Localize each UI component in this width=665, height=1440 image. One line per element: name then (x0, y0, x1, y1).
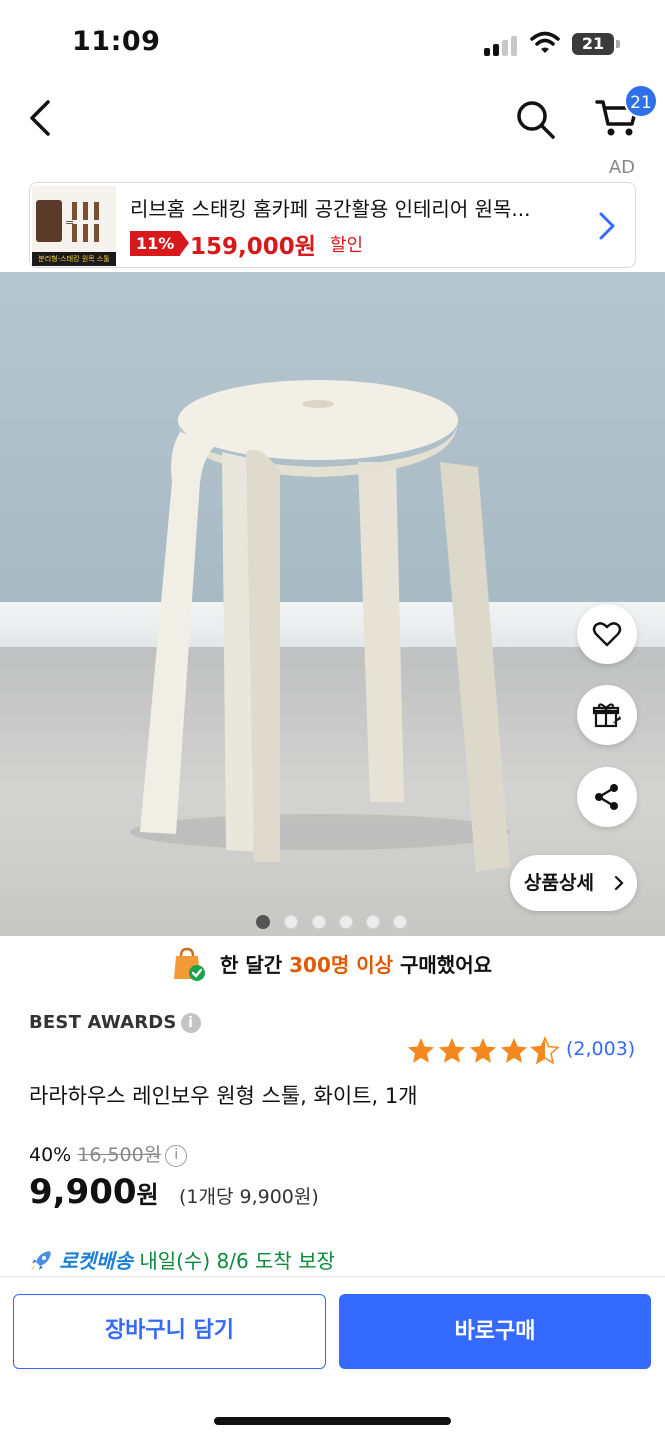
discount-rate: 40% (29, 1144, 72, 1166)
chevron-right-icon (614, 875, 624, 891)
purchase-highlight: 300명 이상 (289, 953, 394, 977)
delivery-eta: 내일(수) 8/6 도착 보장 (139, 1249, 335, 1273)
home-indicator[interactable] (214, 1417, 451, 1425)
heart-icon (592, 622, 622, 647)
product-image[interactable] (0, 272, 665, 936)
original-price: 16,500원 (77, 1144, 162, 1166)
chevron-right-icon (599, 212, 615, 240)
sale-price: 9,900원 (29, 1172, 159, 1212)
price-info-icon[interactable]: i (165, 1144, 188, 1167)
info-icon[interactable]: i (180, 1013, 201, 1033)
back-chevron-icon[interactable] (20, 96, 60, 140)
top-nav (0, 80, 665, 160)
cart-count-badge[interactable]: 21 (624, 84, 658, 118)
pagination-dot[interactable] (312, 915, 326, 929)
buy-now-button[interactable]: 바로구매 (339, 1294, 651, 1369)
rating-stars[interactable] (406, 1036, 562, 1066)
battery-icon: 21 (572, 33, 614, 55)
wifi-icon (530, 31, 560, 53)
rating-count[interactable]: (2,003) (566, 1038, 635, 1060)
ad-thumb-legs (72, 202, 112, 246)
ad-price: 159,000원 (190, 234, 316, 260)
rocket-delivery-badge: 로켓배송 (59, 1249, 133, 1273)
pagination-dot[interactable] (366, 915, 380, 929)
delivery-info: 로켓배송 내일(수) 8/6 도착 보장 (29, 1245, 335, 1275)
ad-title: 리브홈 스태킹 홈카페 공간활용 인테리어 원목... (130, 197, 531, 221)
ad-sale-label: 할인 (330, 235, 364, 256)
share-button[interactable] (577, 767, 637, 827)
rocket-icon (31, 1250, 51, 1271)
ad-thumbnail: = 분리형-스태킹 원목 스툴 (32, 186, 116, 266)
discount-row: 40% 16,500원 i (29, 1140, 188, 1167)
product-name: 라라하우스 레인보우 원형 스툴, 화이트, 1개 (29, 1084, 418, 1108)
status-bar: 11:09 21 (0, 0, 665, 80)
best-awards-label: BEST AWARDS (29, 1012, 177, 1033)
search-icon[interactable] (512, 96, 558, 142)
stool-illustration (130, 380, 510, 872)
add-to-cart-button[interactable]: 장바구니 담기 (13, 1294, 326, 1369)
wishlist-button[interactable] (577, 604, 637, 664)
unit-price: (1개당 9,900원) (179, 1186, 319, 1208)
ad-thumb-drum (36, 200, 62, 242)
purchase-prefix: 한 달간 (219, 953, 283, 977)
purchase-popularity: 한 달간 300명 이상 구매했어요 (0, 942, 665, 992)
pagination-dot[interactable] (256, 915, 270, 929)
gift-button[interactable] (577, 685, 637, 745)
bottom-action-bar: 장바구니 담기 바로구매 (0, 1276, 665, 1440)
sale-price-unit: 원 (136, 1181, 159, 1209)
product-detail-label: 상품상세 (524, 872, 594, 894)
cellular-signal-icon (484, 34, 520, 56)
ad-banner[interactable]: = 분리형-스태킹 원목 스툴 리브홈 스태킹 홈카페 공간활용 인테리어 원목… (29, 182, 636, 268)
ad-discount-badge: 11% (130, 231, 190, 256)
product-detail-button[interactable]: 상품상세 (510, 855, 637, 911)
pagination-dot[interactable] (339, 915, 353, 929)
share-icon (595, 784, 618, 810)
battery-cap (616, 40, 620, 48)
shopping-bag-icon (174, 947, 205, 981)
pagination-dot[interactable] (284, 915, 298, 929)
ad-label: AD (608, 157, 635, 178)
gift-icon (592, 703, 621, 728)
ad-thumb-caption: 분리형-스태킹 원목 스툴 (32, 252, 116, 266)
image-pagination (256, 915, 416, 931)
purchase-suffix: 구매했어요 (400, 953, 492, 977)
sale-price-number: 9,900 (29, 1172, 137, 1212)
best-awards: BEST AWARDS i (29, 1012, 201, 1033)
pagination-dot[interactable] (393, 915, 407, 929)
status-time: 11:09 (72, 26, 161, 57)
